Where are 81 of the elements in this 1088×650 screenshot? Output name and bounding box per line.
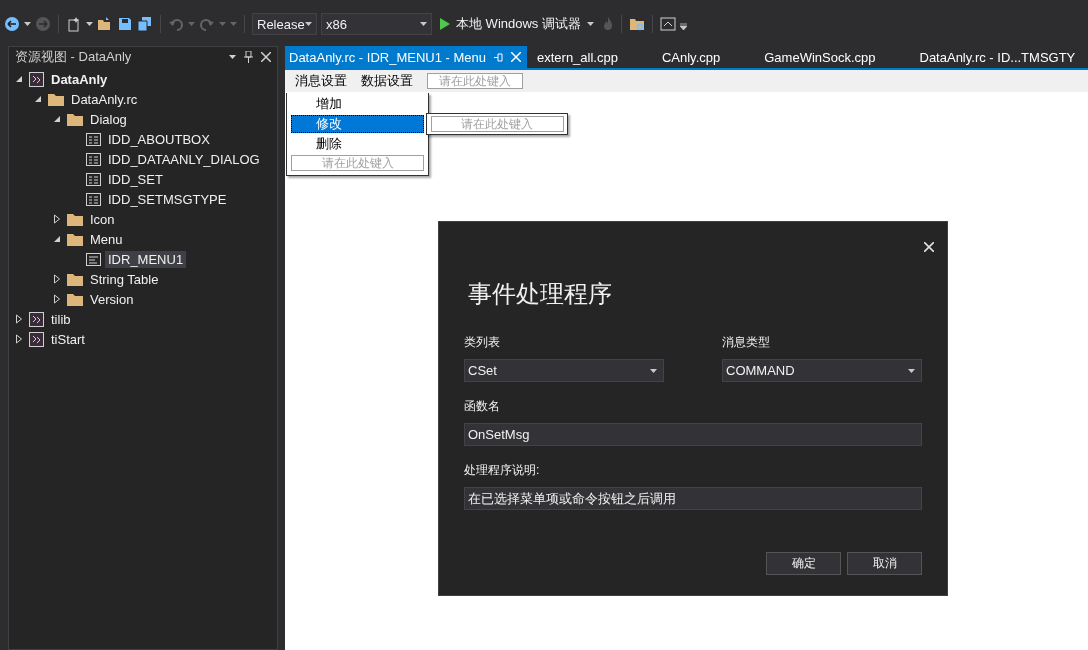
project-icon [29,71,44,87]
tree-item[interactable]: IDR_MENU1 [105,250,187,268]
caret-icon [86,22,93,26]
caret-icon [229,55,236,59]
collapsed-arrow-icon[interactable] [15,314,23,324]
collapsed-arrow-icon[interactable] [15,334,23,344]
folder-icon [67,112,83,126]
editor-tab[interactable]: extern_all.cpp [533,46,618,68]
folder-icon [67,232,83,246]
menu-item[interactable]: 修改 [291,115,424,133]
caret-icon [908,368,915,373]
caret-icon [188,22,195,26]
play-icon [440,18,450,30]
menu-item[interactable]: 删除 [291,135,424,153]
dialog-button[interactable]: 确定 [766,552,841,575]
dialog-icon [86,132,101,146]
new-project-icon[interactable] [66,16,82,32]
caret-icon [305,22,312,26]
message-type-dropdown[interactable]: COMMAND [722,359,922,382]
folder-icon [67,212,83,226]
editor-tab[interactable]: DataAnly.rc - ID...TMSGTY [915,46,1076,68]
expanded-arrow-icon[interactable] [53,115,61,123]
folder-icon [67,292,83,306]
collapsed-arrow-icon[interactable] [53,294,61,304]
tree-item[interactable]: Menu [87,230,126,248]
expanded-arrow-icon[interactable] [34,95,42,103]
tree-item[interactable]: String Table [87,270,162,288]
collapsed-arrow-icon[interactable] [53,214,61,224]
save-all-icon[interactable] [137,16,153,32]
folder-icon [67,272,83,286]
tree-item[interactable]: tilib [48,310,74,328]
dialog-icon [86,192,101,206]
folder-icon [48,92,64,106]
save-icon[interactable] [117,16,133,32]
field-label: 消息类型 [722,334,771,351]
tree-item[interactable]: IDD_DATAANLY_DIALOG [105,150,263,168]
caret-icon [420,22,427,26]
caret-icon [650,368,657,373]
window-icon[interactable] [659,16,676,32]
dialog-icon [86,152,101,166]
run-debugger-button[interactable]: 本地 Windows 调试器 [436,13,598,35]
tree-item[interactable]: Icon [87,210,118,228]
project-icon [29,331,44,347]
configuration-dropdown[interactable]: Release [252,13,317,35]
panel-title: 资源视图 - DataAnly [15,48,133,66]
tree-item[interactable]: IDD_ABOUTBOX [105,130,213,148]
function-name-field[interactable]: OnSetMsg [464,423,922,446]
dialog-title: 事件处理程序 [468,279,613,309]
description-field[interactable]: 在已选择菜单项或命令按钮之后调用 [464,487,922,510]
back-icon[interactable] [4,16,20,32]
project-icon [29,311,44,327]
open-folder-icon[interactable] [97,16,113,32]
field-label: 函数名 [464,398,501,415]
pin-icon[interactable] [244,51,253,63]
menu-item[interactable]: 增加 [291,95,424,113]
class-dropdown[interactable]: CSet [464,359,664,382]
dialog-icon [86,172,101,186]
field-label: 类列表 [464,334,501,351]
caret-icon [586,22,594,26]
tree-item[interactable]: tiStart [48,330,88,348]
editor-tab[interactable]: GameWinSock.cpp [760,46,876,68]
tree-item[interactable]: Version [87,290,137,308]
tree-item[interactable]: IDD_SET [105,170,166,188]
tree-item[interactable]: DataAnly [48,70,111,88]
collapsed-arrow-icon[interactable] [53,274,61,284]
expanded-arrow-icon[interactable] [15,75,23,83]
platform-dropdown[interactable]: x86 [321,13,432,35]
expanded-arrow-icon[interactable] [53,235,61,243]
menu-bar-item[interactable]: 数据设置 [361,72,413,90]
tree-item[interactable]: IDD_SETMSGTYPE [105,190,230,208]
field-label: 处理程序说明: [464,462,541,479]
folder-search-icon[interactable] [628,16,645,32]
menu-resource-icon [86,252,101,266]
close-icon[interactable] [924,242,934,252]
menu-bar-item[interactable]: 消息设置 [295,72,347,90]
close-icon[interactable] [261,52,271,62]
caret-icon [24,22,31,26]
tree-item[interactable]: DataAnly.rc [68,90,141,108]
dialog-button[interactable]: 取消 [847,552,922,575]
tree-item[interactable]: Dialog [87,110,130,128]
editor-tab[interactable]: CAnly.cpp [657,46,721,68]
